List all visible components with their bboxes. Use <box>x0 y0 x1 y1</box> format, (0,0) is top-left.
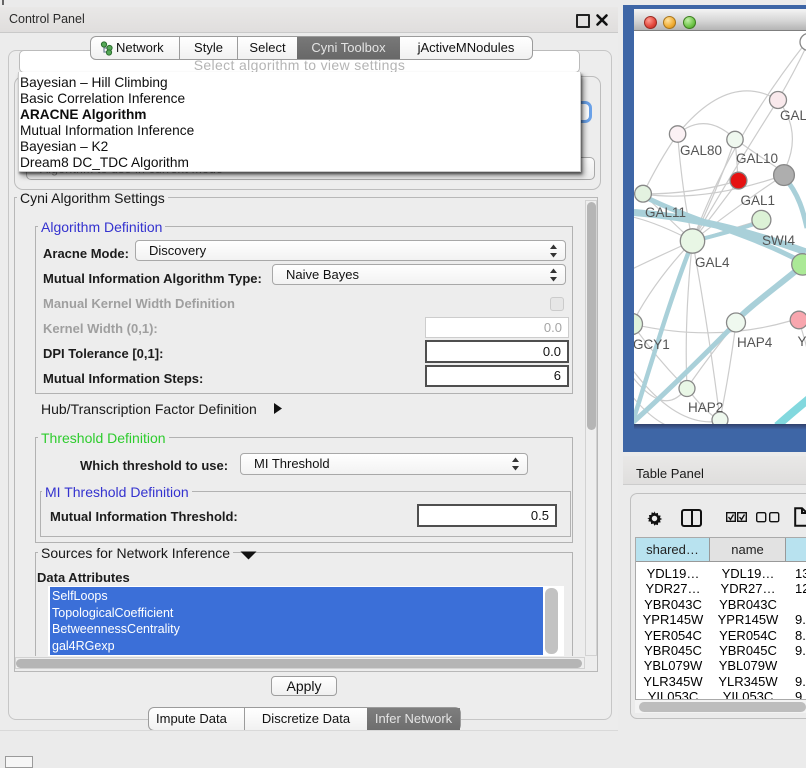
svg-text:GAL4: GAL4 <box>695 255 730 270</box>
svg-text:Y: Y <box>798 334 806 349</box>
svg-text:HAP2: HAP2 <box>688 400 723 415</box>
svg-text:GAL1: GAL1 <box>741 193 776 208</box>
svg-text:GAL10: GAL10 <box>736 151 778 166</box>
svg-text:GAL11: GAL11 <box>645 205 686 220</box>
svg-text:HAP4: HAP4 <box>737 335 773 350</box>
svg-text:GAL: GAL <box>780 108 806 123</box>
svg-text:SWI4: SWI4 <box>762 233 795 248</box>
svg-text:GAL80: GAL80 <box>680 143 722 158</box>
svg-text:GCY1: GCY1 <box>634 337 670 352</box>
